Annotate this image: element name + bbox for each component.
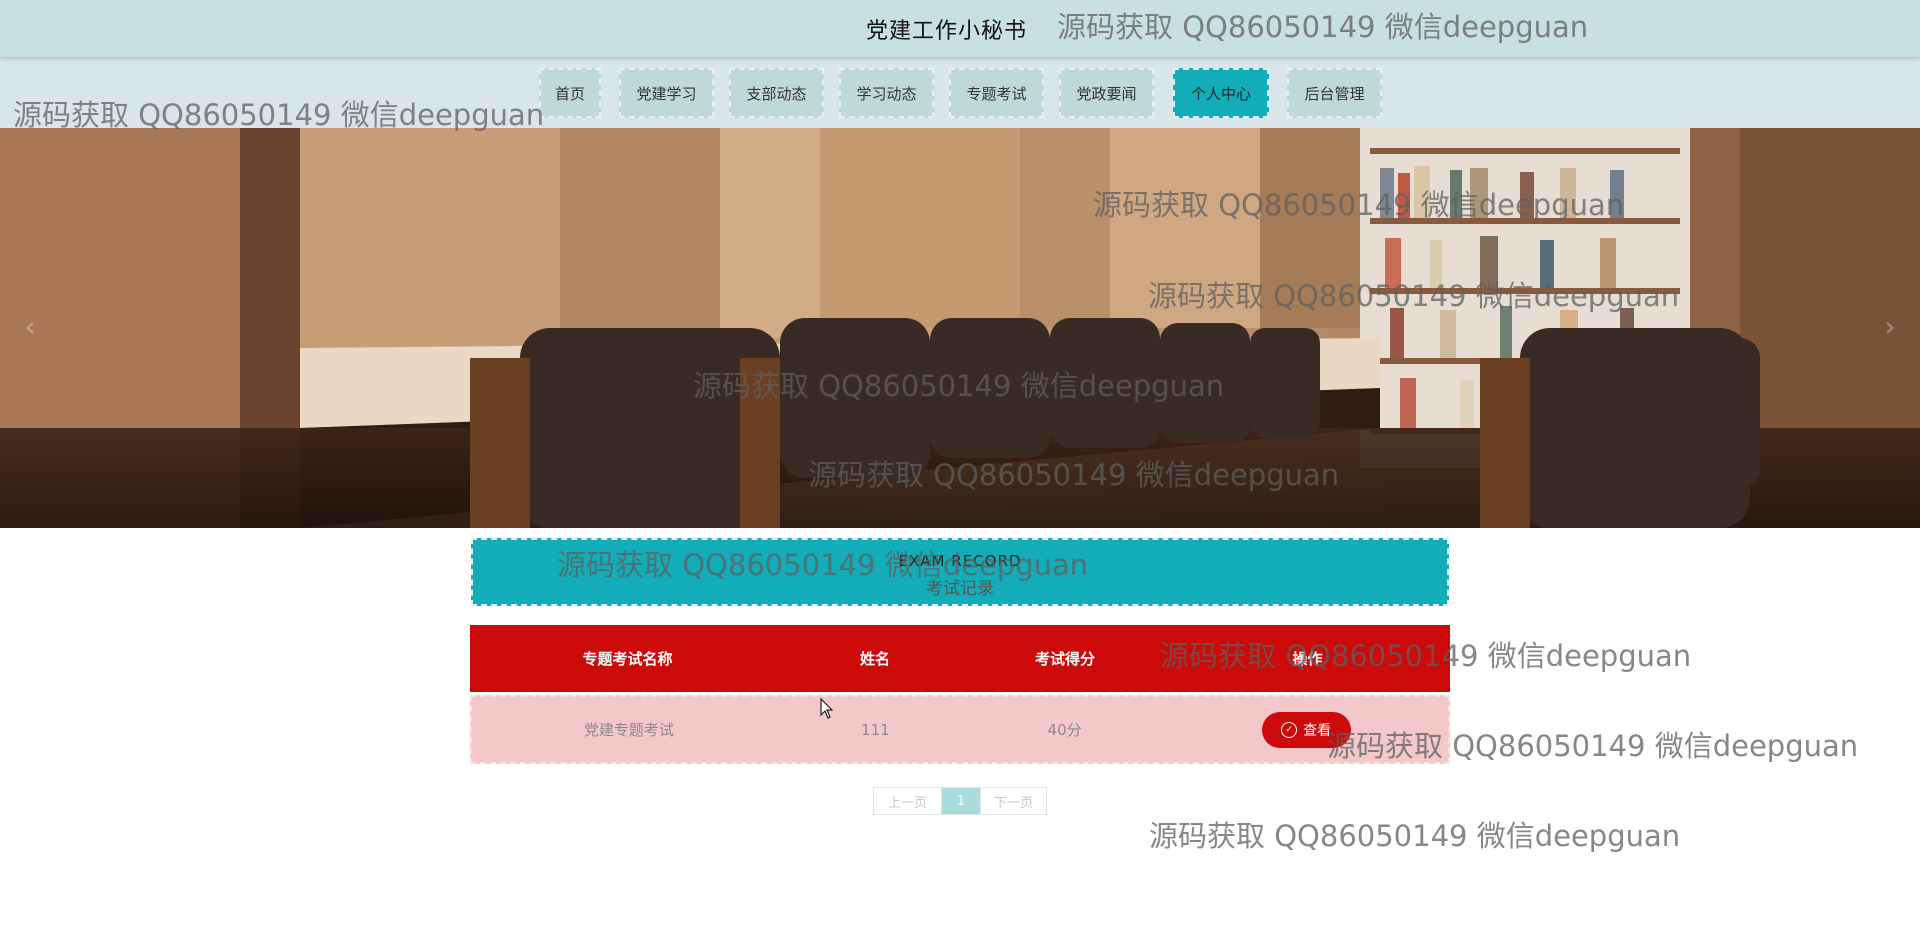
view-button-label: 查看 — [1303, 722, 1332, 739]
section-title-box: EXAM RECORD 考试记录 — [471, 538, 1449, 606]
column-header-name: 姓名 — [859, 650, 890, 668]
section-title-cn: 考试记录 — [926, 579, 994, 599]
nav-item-admin[interactable]: 后台管理 — [1287, 68, 1382, 118]
nav-item-home[interactable]: 首页 — [539, 68, 601, 118]
chevron-left-icon: ‹ — [24, 309, 36, 343]
watermark: 源码获取 QQ86050149 微信deepguan — [1149, 819, 1681, 853]
main-nav: 首页 党建学习 支部动态 学习动态 专题考试 党政要闻 个人中心 后台管理 — [0, 57, 1920, 128]
column-header-action: 操作 — [1292, 650, 1323, 668]
exam-record-table: 专题考试名称 姓名 考试得分 操作 党建专题考试 111 40分 ✓ 查看 — [470, 625, 1450, 764]
chevron-right-icon: › — [1884, 309, 1896, 343]
cell-exam-name: 党建专题考试 — [583, 721, 674, 739]
nav-item-topic-exam[interactable]: 专题考试 — [949, 68, 1044, 118]
nav-item-party-study[interactable]: 党建学习 — [619, 68, 714, 118]
shield-check-icon: ✓ — [1281, 721, 1298, 738]
top-header: 党建工作小秘书 — [0, 0, 1920, 57]
page-number-current[interactable]: 1 — [942, 788, 980, 814]
cell-score: 40分 — [1047, 721, 1082, 739]
banner-next-button[interactable]: › — [1875, 306, 1905, 346]
table-header: 专题考试名称 姓名 考试得分 操作 — [470, 625, 1450, 692]
column-header-score: 考试得分 — [1034, 650, 1095, 668]
nav-item-study-news[interactable]: 学习动态 — [839, 68, 934, 118]
site-title: 党建工作小秘书 — [866, 19, 1028, 44]
banner-carousel: ‹ › — [0, 128, 1920, 528]
prev-page-button[interactable]: 上一页 — [874, 788, 942, 814]
column-header-exam-name: 专题考试名称 — [582, 650, 673, 668]
next-page-button[interactable]: 下一页 — [980, 788, 1046, 814]
cell-name: 111 — [861, 720, 890, 739]
mouse-cursor-icon — [820, 698, 834, 719]
nav-item-personal-center[interactable]: 个人中心 — [1173, 68, 1269, 118]
cell-action: ✓ 查看 — [1164, 711, 1448, 748]
view-button[interactable]: ✓ 查看 — [1261, 711, 1351, 748]
table-row: 党建专题考试 111 40分 ✓ 查看 — [470, 695, 1450, 764]
pagination: 上一页 1 下一页 — [873, 787, 1047, 815]
banner-prev-button[interactable]: ‹ — [15, 306, 45, 346]
section-title-en: EXAM RECORD — [898, 552, 1022, 570]
nav-item-party-news[interactable]: 党政要闻 — [1059, 68, 1154, 118]
banner-image — [0, 128, 1920, 528]
nav-item-branch-news[interactable]: 支部动态 — [729, 68, 824, 118]
